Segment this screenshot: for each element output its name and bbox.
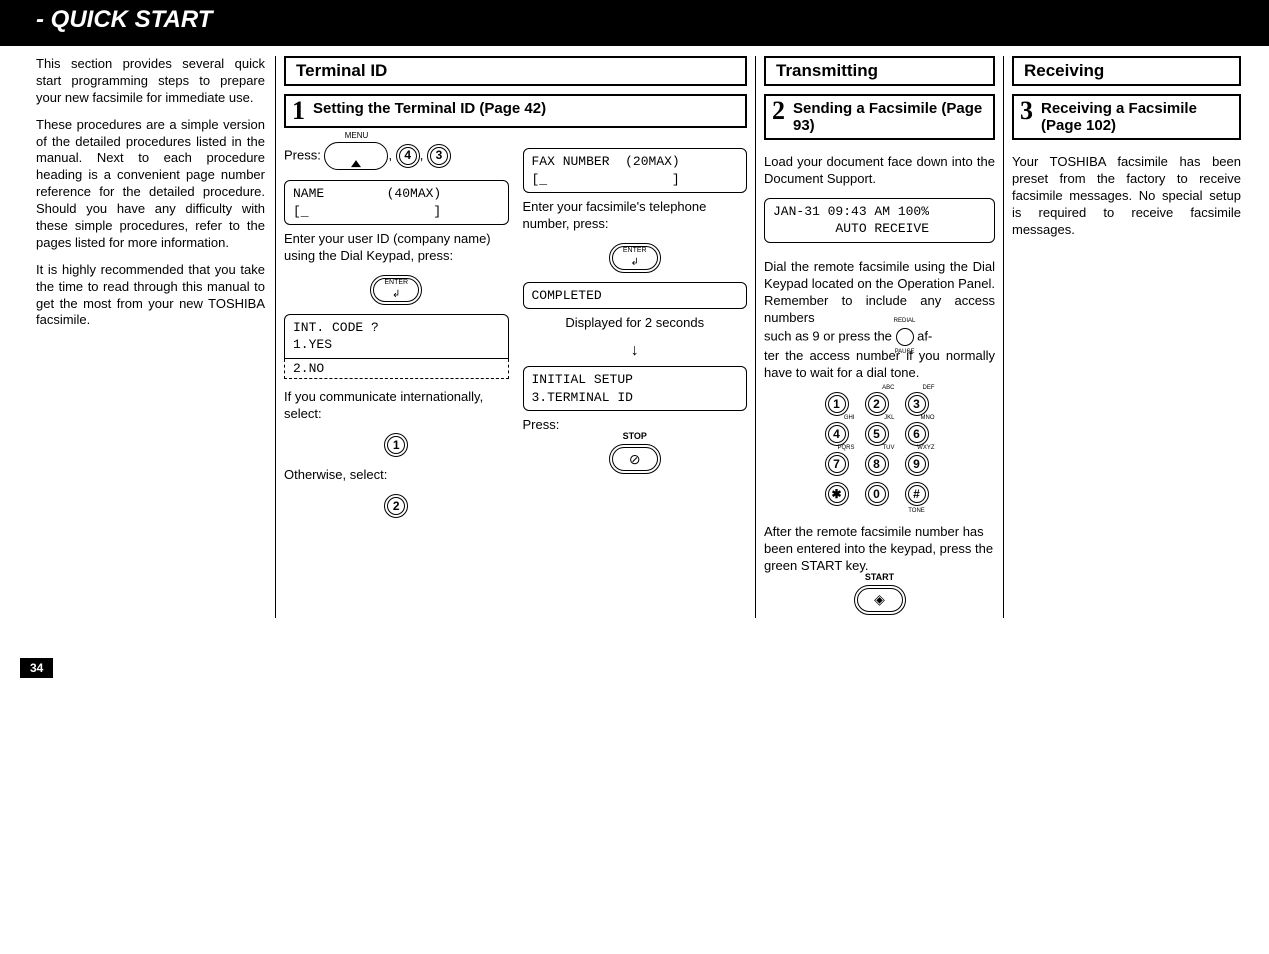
step1-num: 1 (292, 100, 305, 122)
receiving-column: Receiving 3 Receiving a Facsimile (Page … (1003, 56, 1249, 618)
step3-title: Receiving a Facsimile (Page 102) (1041, 100, 1231, 134)
keypad-4: GHI4 (825, 422, 849, 446)
keypad-5: JKL5 (865, 422, 889, 446)
menu-button-label: MENU (345, 131, 369, 141)
load-text: Load your document face down into the Do… (764, 154, 995, 188)
step3-header: 3 Receiving a Facsimile (Page 102) (1012, 94, 1241, 140)
key-3-icon: 3 (427, 144, 451, 168)
redial-pause-button-icon: REDIAL PAUSE (896, 328, 914, 346)
key-1-icon: 1 (384, 433, 408, 457)
displayed-text: Displayed for 2 seconds (523, 315, 748, 332)
step1-header: 1 Setting the Terminal ID (Page 42) (284, 94, 747, 128)
keypad-7: PQRS7 (825, 452, 849, 476)
otherwise-text: Otherwise, select: (284, 467, 509, 484)
page-title: - QUICK START (36, 6, 212, 33)
after-text: After the remote facsimile number has be… (764, 524, 995, 575)
keypad-3: DEF3 (905, 392, 929, 416)
keypad-8: TUV8 (865, 452, 889, 476)
intl-text: If you communicate internationally, sele… (284, 389, 509, 423)
enter-fax-text: Enter your facsimile's telephone number,… (523, 199, 748, 233)
keypad-6: MNO6 (905, 422, 929, 446)
receiving-body: Your TOSHIBA facsimile has been preset f… (1012, 154, 1241, 238)
step1-title: Setting the Terminal ID (Page 42) (313, 100, 546, 117)
intro-p1: This section provides several quick star… (36, 56, 265, 107)
key-2-icon: 2 (384, 494, 408, 518)
page-footer: 34 (0, 658, 1269, 678)
enter-button-icon-2: ENTER ↲ (609, 243, 661, 273)
enter-btn-wrap2: ENTER ↲ (523, 243, 748, 276)
keypad-star: ✱ (825, 482, 849, 506)
receiving-header: Receiving (1012, 56, 1241, 86)
start-btn-wrap: START ◈ (764, 585, 995, 618)
lcd-initial: INITIAL SETUP 3.TERMINAL ID (523, 366, 748, 411)
lcd-status: JAN-31 09:43 AM 100% AUTO RECEIVE (764, 198, 995, 243)
keypad-1: 1 (825, 392, 849, 416)
lcd-fax: FAX NUMBER (20MAX) [_ ] (523, 148, 748, 193)
key2-wrap: 2 (284, 494, 509, 518)
step3-num: 3 (1020, 100, 1033, 122)
enter-btn-wrap1: ENTER ↲ (284, 275, 509, 308)
enter-button-icon: ENTER ↲ (370, 275, 422, 305)
terminal-twocol: Press: MENU , 4, 3 NAME (40MAX) [_ ] Ent… (284, 142, 747, 518)
press-row: Press: MENU , 4, 3 (284, 142, 509, 170)
page-body: This section provides several quick star… (0, 46, 1269, 638)
dial-text2: such as 9 or press the REDIAL PAUSE af- (764, 328, 995, 346)
keypad-9: WXYZ9 (905, 452, 929, 476)
lcd-name: NAME (40MAX) [_ ] (284, 180, 509, 225)
start-button-icon: START ◈ (854, 585, 906, 615)
triangle-up-icon (351, 150, 361, 167)
intro-column: This section provides several quick star… (20, 56, 275, 618)
terminal-right: FAX NUMBER (20MAX) [_ ] Enter your facsi… (523, 142, 748, 518)
dial-text1: Dial the remote facsimile using the Dial… (764, 259, 995, 327)
page-title-bar: - QUICK START (0, 0, 1269, 46)
keypad-hash: TONE# (905, 482, 929, 506)
lcd-completed: COMPLETED (523, 282, 748, 310)
page-number: 34 (20, 658, 53, 678)
key1-wrap: 1 (284, 433, 509, 457)
dial-keypad-icon: 1 ABC2 DEF3 GHI4 JKL5 MNO6 PQRS7 TUV8 WX… (764, 392, 995, 506)
terminal-header: Terminal ID (284, 56, 747, 86)
arrow-down-icon: ↓ (523, 342, 748, 360)
menu-button-icon: MENU (324, 142, 388, 170)
keypad-2: ABC2 (865, 392, 889, 416)
step2-num: 2 (772, 100, 785, 122)
key-4-icon: 4 (396, 144, 420, 168)
lcd-intcode: INT. CODE ? 1.YES (284, 314, 509, 359)
step2-title: Sending a Facsimile (Page 93) (793, 100, 985, 134)
intro-p3: It is highly recommended that you take t… (36, 262, 265, 330)
transmitting-column: Transmitting 2 Sending a Facsimile (Page… (755, 56, 1003, 618)
stop-btn-wrap: STOP ⊘ (523, 444, 748, 477)
dial-text3: ter the access number if you normally ha… (764, 348, 995, 382)
press-label: Press: (284, 147, 321, 162)
stop-button-icon: STOP ⊘ (609, 444, 661, 474)
enter-id-text: Enter your user ID (company name) using … (284, 231, 509, 265)
step2-header: 2 Sending a Facsimile (Page 93) (764, 94, 995, 140)
transmitting-header: Transmitting (764, 56, 995, 86)
terminal-column: Terminal ID 1 Setting the Terminal ID (P… (275, 56, 755, 618)
dial-text2b: af- (917, 329, 932, 344)
keypad-0: 0 (865, 482, 889, 506)
terminal-left: Press: MENU , 4, 3 NAME (40MAX) [_ ] Ent… (284, 142, 509, 518)
intcode-no-option: 2.NO (284, 359, 509, 379)
intro-p2: These procedures are a simple version of… (36, 117, 265, 252)
dial-text2a: such as 9 or press the (764, 329, 896, 344)
